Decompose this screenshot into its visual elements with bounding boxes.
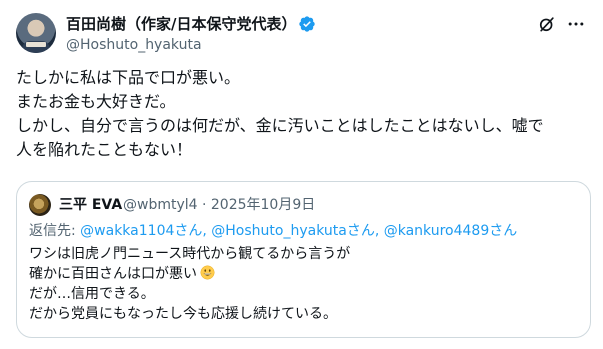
quoted-tweet-text: ワシは旧虎ノ門ニュース時代から観てるから言うが 確かに百田さんは口が悪い だが…… bbox=[29, 244, 350, 324]
tweet-line: またお金も大好きだ。 bbox=[16, 92, 176, 111]
quoted-author-name: 三平 EVA bbox=[59, 197, 123, 213]
quoted-author-meta: @wbmtyl4 · 2025年10月9日 bbox=[123, 197, 316, 213]
quoted-tweet[interactable]: 三平 EVA @wbmtyl4 · 2025年10月9日 返信先: @wakka… bbox=[16, 181, 591, 338]
quote-line: 確かに百田さんは口が悪い bbox=[29, 264, 350, 284]
quote-line: ワシは旧虎ノ門ニュース時代から観てるから言うが bbox=[29, 246, 351, 262]
quote-line-text: 確かに百田さんは口が悪い bbox=[29, 266, 197, 282]
reply-mentions[interactable]: @wakka1104さん, @Hoshuto_hyakutaさん, @kanku… bbox=[80, 223, 517, 239]
author-display-name[interactable]: 百田尚樹（作家/日本保守党代表） bbox=[66, 14, 296, 34]
quoted-author-avatar[interactable] bbox=[29, 194, 51, 216]
quote-line: だが…信用できる。 bbox=[29, 286, 155, 302]
tweet-text: たしかに私は下品で口が悪い。 またお金も大好きだ。 しかし、自分で言うのは何だが… bbox=[16, 66, 591, 162]
more-options-icon[interactable] bbox=[566, 14, 586, 34]
author-avatar[interactable] bbox=[16, 13, 56, 53]
avatar-tag bbox=[26, 42, 46, 47]
author-handle[interactable]: @Hoshuto_hyakuta bbox=[66, 36, 202, 54]
quote-line: だから党員にもなったし今も応援し続けている。 bbox=[29, 306, 337, 322]
verified-badge-icon bbox=[299, 16, 315, 32]
tweet-line: 人を陥れたこともない！ bbox=[16, 140, 193, 159]
reply-to-line: 返信先: @wakka1104さん, @Hoshuto_hyakutaさん, @… bbox=[29, 222, 517, 240]
reply-prefix: 返信先: bbox=[29, 223, 81, 239]
tweet-line: しかし、自分で言うのは何だが、金に汚いことはしたことはないし、嘘で bbox=[16, 116, 544, 135]
grok-icon[interactable] bbox=[537, 14, 557, 34]
grinning-face-emoji bbox=[200, 265, 215, 280]
tweet-line: たしかに私は下品で口が悪い。 bbox=[16, 68, 241, 87]
